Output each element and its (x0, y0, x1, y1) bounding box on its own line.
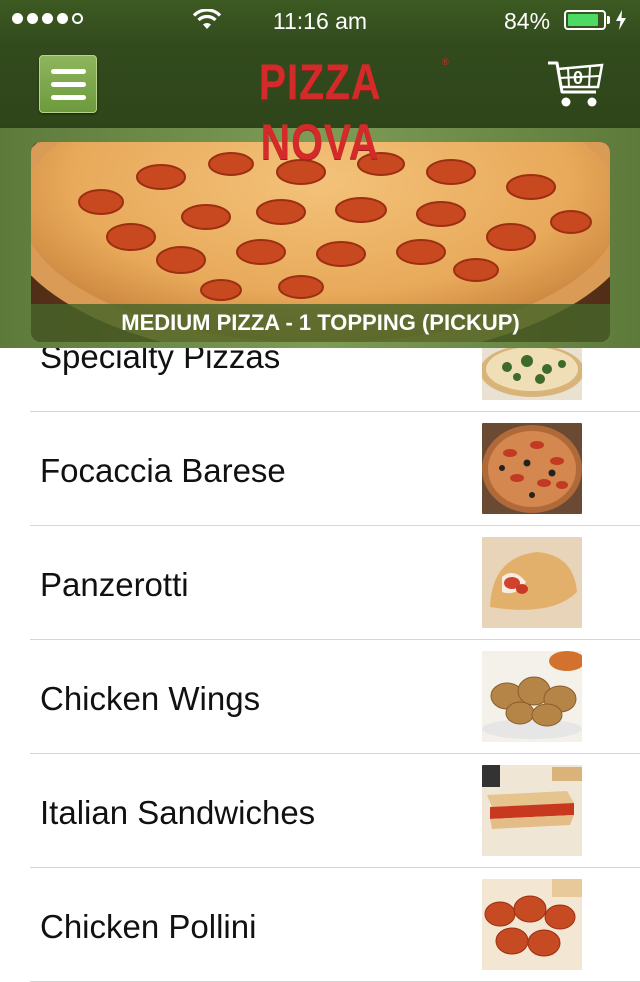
list-item-label: Panzerotti (40, 566, 189, 603)
list-item-chicken-pollini[interactable]: Chicken Pollini (0, 868, 640, 982)
cart-count-badge: 0 (572, 68, 583, 88)
battery-percent: 84% (504, 8, 551, 34)
app-header: 11:16 am 84% PIZZA NOVA ® 0 (0, 0, 640, 170)
charging-icon (616, 10, 626, 30)
list-item-label: Focaccia Barese (40, 452, 286, 489)
menu-button[interactable] (39, 55, 97, 113)
list-item-italian-sandwiches[interactable]: Italian Sandwiches (0, 754, 640, 868)
promo-caption: MEDIUM PIZZA - 1 TOPPING (PICKUP) (31, 304, 610, 342)
sandwich-photo (482, 765, 582, 856)
panzerotti-photo (482, 537, 582, 628)
list-item-focaccia-barese[interactable]: Focaccia Barese (0, 412, 640, 526)
list-item-label: Chicken Wings (40, 680, 261, 717)
brand-logo: PIZZA NOVA (258, 54, 382, 170)
list-item-chicken-wings[interactable]: Chicken Wings (0, 640, 640, 754)
menu-list: Specialty Pizzas Focaccia Barese Panzero… (0, 298, 640, 982)
list-item-label: Chicken Pollini (40, 908, 257, 945)
status-bar: 11:16 am 84% (0, 0, 640, 40)
focaccia-photo (482, 423, 582, 514)
list-item-panzerotti[interactable]: Panzerotti (0, 526, 640, 640)
promo-banner[interactable]: MEDIUM PIZZA - 1 TOPPING (PICKUP) (31, 142, 610, 342)
registered-mark: ® (442, 57, 449, 67)
battery-icon (564, 10, 606, 30)
chicken-pollini-photo (482, 879, 582, 970)
chicken-wings-photo (482, 651, 582, 742)
list-item-label: Italian Sandwiches (40, 794, 316, 831)
